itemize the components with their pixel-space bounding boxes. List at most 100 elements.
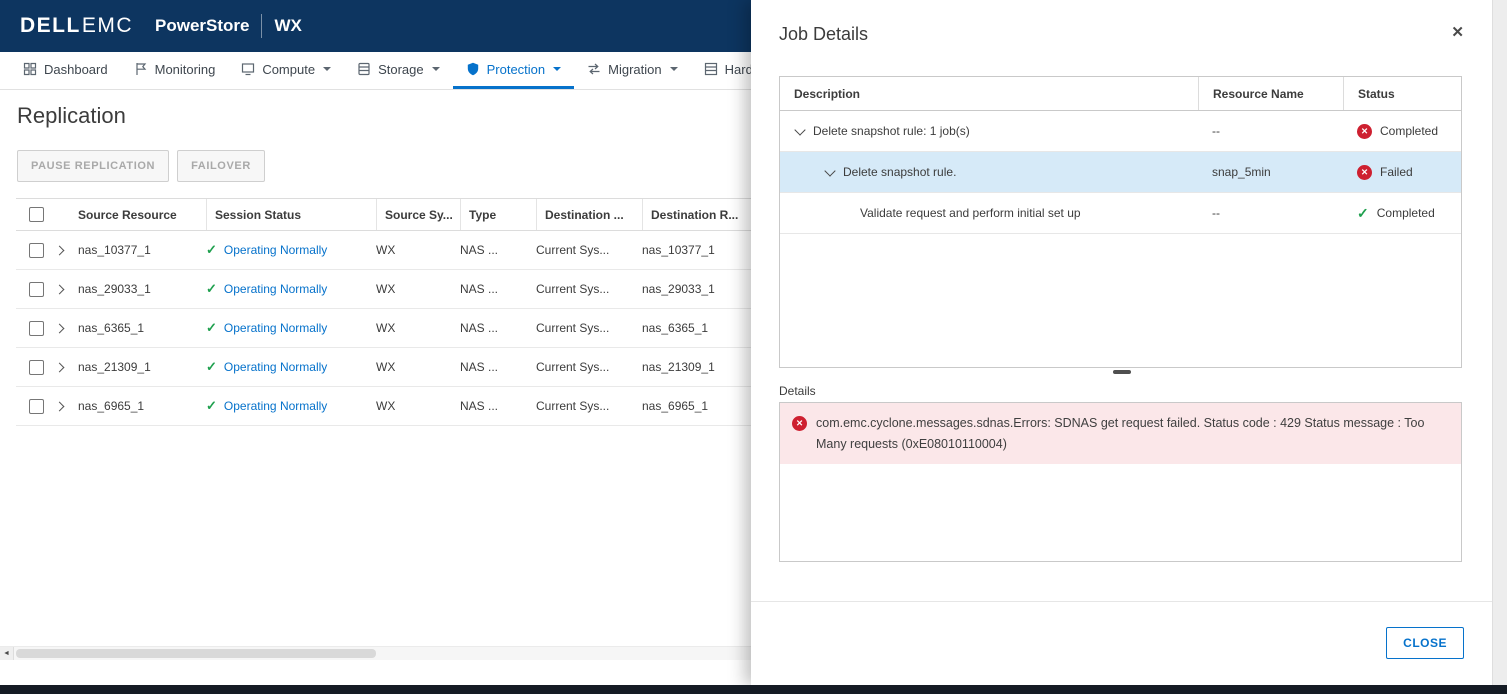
pause-replication-button[interactable]: PAUSE REPLICATION [17,150,169,182]
error-status-icon: ✕ [1357,124,1372,139]
protection-shield-icon [466,62,480,76]
source-resource[interactable]: nas_6965_1 [78,387,206,425]
session-type: NAS ... [460,387,536,425]
horizontal-scrollbar-thumb[interactable] [16,649,376,658]
session-status-link[interactable]: Operating Normally [224,282,327,296]
nav-item-storage[interactable]: Storage [344,52,453,89]
job-description: Delete snapshot rule. [843,165,956,179]
compute-icon [241,62,255,76]
column-header[interactable]: Status [1343,77,1461,110]
session-status-link[interactable]: Operating Normally [224,399,327,413]
horizontal-scrollbar[interactable]: ◄ [0,646,751,660]
table-row[interactable]: nas_6965_1 ✓Operating Normally WX NAS ..… [16,387,816,426]
job-status: Failed [1380,165,1413,179]
close-icon[interactable]: ✕ [1451,23,1464,41]
destination-system: Current Sys... [536,387,642,425]
success-check-icon: ✓ [1357,205,1369,222]
column-header[interactable]: Type [460,199,536,230]
nav-item-label: Monitoring [155,62,216,77]
expand-chevron-icon[interactable] [56,323,64,333]
column-header[interactable]: Resource Name [1198,77,1343,110]
session-type: NAS ... [460,231,536,269]
vertical-scrollbar[interactable] [1492,0,1507,694]
source-resource[interactable]: nas_29033_1 [78,270,206,308]
nav-item-migration[interactable]: Migration [574,52,690,89]
nav-item-protection[interactable]: Protection [453,52,575,89]
close-button[interactable]: CLOSE [1386,627,1464,659]
row-checkbox[interactable] [29,243,44,258]
source-system: WX [376,270,460,308]
session-type: NAS ... [460,309,536,347]
job-row[interactable]: Validate request and perform initial set… [780,193,1461,234]
source-resource[interactable]: nas_21309_1 [78,348,206,386]
row-checkbox[interactable] [29,321,44,336]
job-description: Delete snapshot rule: 1 job(s) [813,124,970,138]
row-checkbox[interactable] [29,360,44,375]
table-row[interactable]: nas_10377_1 ✓Operating Normally WX NAS .… [16,231,816,270]
bottom-status-strip [0,685,1507,694]
job-resource-name: -- [1198,206,1343,220]
success-check-icon: ✓ [206,320,217,336]
success-check-icon: ✓ [206,398,217,414]
column-header[interactable]: Description [780,77,1198,110]
panel-resize-handle[interactable] [1113,370,1131,374]
column-header[interactable]: Destination ... [536,199,642,230]
drawer-title: Job Details [779,24,868,45]
error-status-icon: ✕ [1357,165,1372,180]
chevron-down-icon [432,67,440,71]
monitoring-flag-icon [134,62,148,76]
job-resource-name: -- [1198,124,1343,138]
column-header[interactable]: Source Sy... [376,199,460,230]
source-resource[interactable]: nas_10377_1 [78,231,206,269]
job-status: Completed [1380,124,1438,138]
job-description: Validate request and perform initial set… [860,206,1081,220]
table-row[interactable]: nas_6365_1 ✓ Operating Normally WX NAS ..… [16,309,816,348]
source-system: WX [376,348,460,386]
job-row[interactable]: Delete snapshot rule: 1 job(s) -- ✕ Comp… [780,111,1461,152]
error-message: com.emc.cyclone.messages.sdnas.Errors: S… [816,413,1445,454]
error-icon: ✕ [792,416,807,431]
failover-button[interactable]: FAILOVER [177,150,265,182]
job-steps-table: Description Resource Name Status Delete … [779,76,1462,368]
nav-item-dashboard[interactable]: Dashboard [10,52,121,89]
session-status-link[interactable]: Operating Normally [224,243,327,257]
chevron-down-icon [553,67,561,71]
column-header[interactable]: Source Resource [78,199,206,230]
drawer-footer-divider [751,601,1492,602]
success-check-icon: ✓ [206,281,217,297]
dell-emc-logo: DELLEMC [20,14,133,38]
session-status-link[interactable]: Operating Normally [224,321,327,335]
nav-item-monitoring[interactable]: Monitoring [121,52,229,89]
product-name: PowerStore [155,16,249,36]
success-check-icon: ✓ [206,359,217,375]
job-row-selected[interactable]: Delete snapshot rule. snap_5min ✕ Failed [780,152,1461,193]
page-title: Replication [17,103,126,129]
hardware-icon [704,62,718,76]
collapse-chevron-icon[interactable] [824,165,835,176]
table-row[interactable]: nas_29033_1 ✓Operating Normally WX NAS .… [16,270,816,309]
destination-system: Current Sys... [536,270,642,308]
column-header[interactable]: Session Status [206,199,376,230]
nav-item-compute[interactable]: Compute [228,52,344,89]
destination-system: Current Sys... [536,348,642,386]
table-row[interactable]: nas_21309_1 ✓Operating Normally WX NAS .… [16,348,816,387]
row-checkbox[interactable] [29,282,44,297]
row-checkbox[interactable] [29,399,44,414]
source-system: WX [376,309,460,347]
source-resource[interactable]: nas_6365_1 [78,309,206,347]
expand-chevron-icon[interactable] [56,284,64,294]
expand-chevron-icon[interactable] [56,401,64,411]
scroll-left-arrow-icon[interactable]: ◄ [0,647,14,660]
nav-item-label: Migration [608,62,661,77]
collapse-chevron-icon[interactable] [794,124,805,135]
header-divider [261,14,262,38]
select-all-checkbox[interactable] [29,207,44,222]
nav-item-label: Dashboard [44,62,108,77]
destination-system: Current Sys... [536,309,642,347]
error-banner: ✕ com.emc.cyclone.messages.sdnas.Errors:… [780,403,1461,464]
expand-chevron-icon[interactable] [56,362,64,372]
expand-chevron-icon[interactable] [56,245,64,255]
nav-item-label: Compute [262,62,315,77]
migration-arrows-icon [587,62,601,76]
session-status-link[interactable]: Operating Normally [224,360,327,374]
